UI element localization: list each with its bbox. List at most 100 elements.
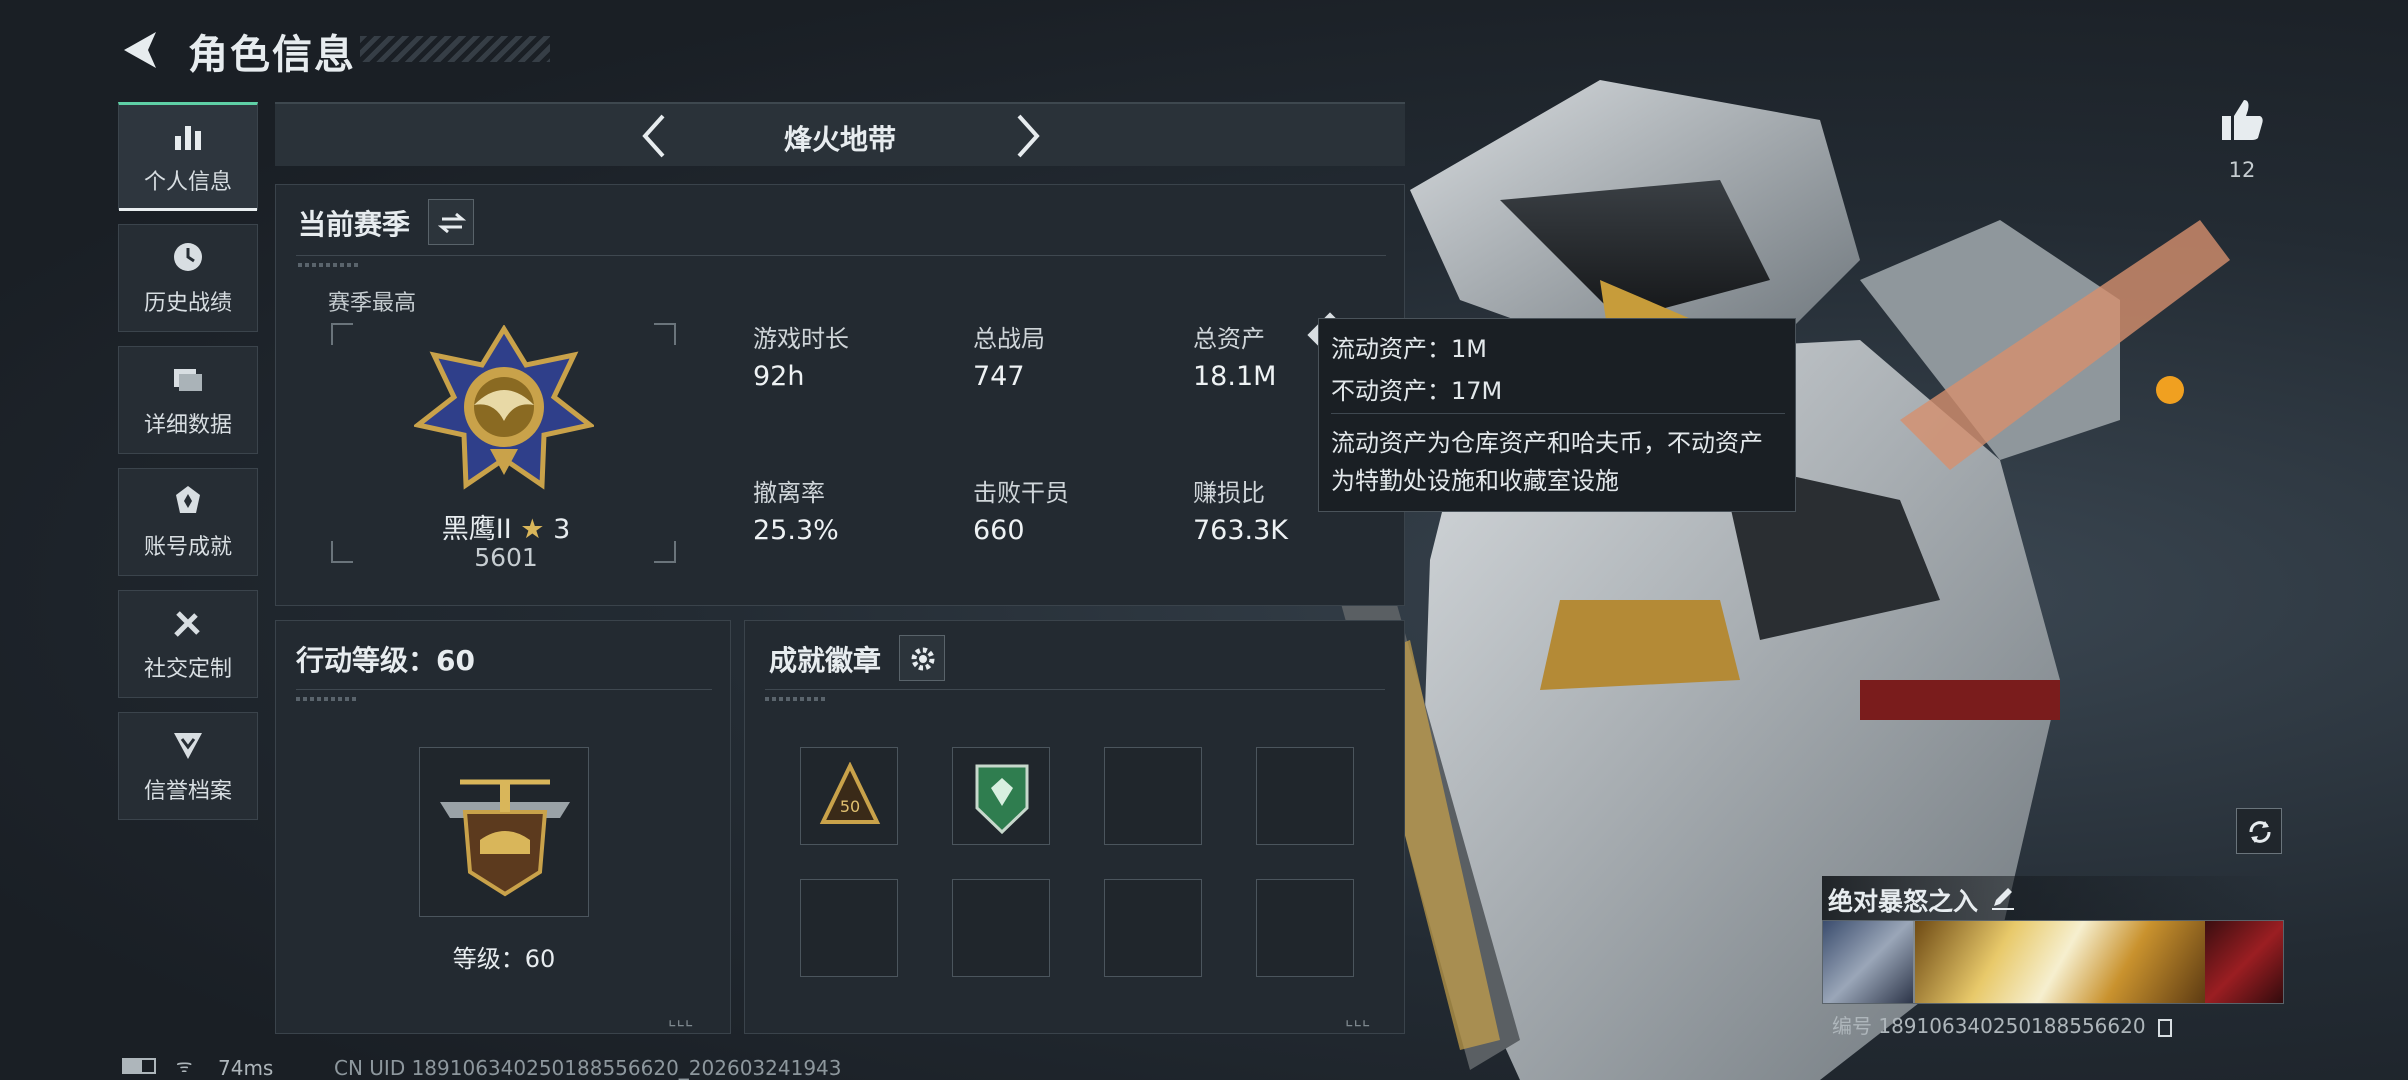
frame-corner: [331, 323, 353, 345]
achievement-badges-panel: 成就徽章 50 ⌞⌞⌞: [744, 620, 1405, 1034]
divider: [1331, 413, 1785, 414]
badge-slot-empty[interactable]: [1256, 879, 1354, 977]
sidebar-item-label: 个人信息: [143, 170, 232, 195]
helicopter-level-badge-icon: [440, 779, 570, 897]
copy-icon[interactable]: [2157, 1018, 2172, 1037]
sidebar-item-label: 详细数据: [143, 413, 232, 438]
sidebar-item-achievements[interactable]: 账号成就: [118, 468, 258, 576]
sidebar-item-label: 账号成就: [143, 535, 232, 560]
operator-portrait-thumb: [1823, 921, 1913, 1003]
sidebar-item-social-custom[interactable]: 社交定制: [118, 590, 258, 698]
wifi-icon: ᯤ: [176, 1056, 193, 1077]
badge-slot-empty[interactable]: [952, 879, 1050, 977]
badge-settings-button[interactable]: [899, 635, 945, 681]
weapon-skin-thumb-2: [2205, 921, 2283, 1003]
folder-icon: [174, 369, 202, 391]
sidebar-item-label: 社交定制: [143, 657, 232, 682]
edit-pencil-icon[interactable]: [1990, 884, 2016, 910]
back-arrow-icon[interactable]: [118, 28, 164, 72]
gear-icon: [911, 647, 935, 671]
stat-value-kills: 660: [973, 515, 1025, 546]
stat-value-total-assets: 18.1M: [1193, 361, 1277, 392]
stat-label-profit-ratio: 赚损比: [1193, 479, 1265, 507]
badge-slot[interactable]: [952, 747, 1050, 845]
loadout-id: 编号 1891063402501885566​20: [1832, 1010, 2172, 1039]
current-season-panel: 当前赛季 赛季最高 黑鹰II ★ 3 5601 游戏时长 92h 总战局 747…: [275, 184, 1405, 606]
divider: [296, 255, 1386, 256]
page-title: 角色信息: [188, 32, 356, 78]
badge-slot-empty[interactable]: [1104, 747, 1202, 845]
swap-arrows-icon: [438, 212, 466, 234]
tooltip-description-line1: 流动资产为仓库资产和哈夫币，不动资产: [1331, 429, 1763, 457]
rotate-icon: [2249, 821, 2271, 843]
frame-corner: [331, 541, 353, 563]
stat-value-total-matches: 747: [973, 361, 1025, 392]
stat-value-profit-ratio: 763.3K: [1193, 515, 1289, 546]
loadout-skin-preview[interactable]: [1822, 920, 2284, 1004]
panel-corner-marks: ⌞⌞⌞: [668, 1009, 694, 1030]
bar-chart-icon: [175, 126, 201, 150]
achievement-badge-icon: [176, 486, 200, 513]
sidebar-item-history[interactable]: 历史战绩: [118, 224, 258, 332]
level-label: 等级：60: [452, 945, 556, 973]
sidebar-item-detailed-data[interactable]: 详细数据: [118, 346, 258, 454]
stat-value-extraction-rate: 25.3%: [753, 515, 839, 546]
stat-label-total-matches: 总战局: [973, 325, 1045, 353]
sidebar-item-label: 历史战绩: [143, 291, 232, 316]
frame-corner: [654, 541, 676, 563]
tooltip-liquid-assets: 流动资产：1M: [1331, 335, 1487, 363]
weapon-skin-thumb: [1915, 921, 2205, 1003]
sidebar-item-label: 信誉档案: [143, 779, 232, 804]
divider: [765, 689, 1385, 690]
loadout-name-bar: 绝对暴怒之入: [1822, 876, 2282, 920]
panel-corner-marks: ⌞⌞⌞: [1345, 1009, 1371, 1030]
rotate-view-button[interactable]: [2236, 808, 2282, 854]
tooltip-description-line2: 为特勤处设施和收藏室设施: [1331, 467, 1619, 495]
user-uid: CN UID 18910634025018855662​0_2026032419…: [334, 1056, 842, 1080]
action-level-panel: 行动等级：60 等级：60 ⌞⌞⌞: [275, 620, 731, 1034]
stat-label-total-assets: 总资产: [1193, 325, 1265, 353]
tools-icon: [174, 611, 200, 637]
star-icon: ★: [520, 514, 545, 545]
badge-slot-empty[interactable]: [800, 879, 898, 977]
badge-slot-empty[interactable]: [1256, 747, 1354, 845]
rank-score: 5601: [474, 543, 538, 572]
divider-dash: [296, 697, 356, 701]
rank-black-hawk-emblem: [414, 325, 594, 490]
switch-season-button[interactable]: [428, 199, 474, 245]
sidebar-item-reputation[interactable]: 信誉档案: [118, 712, 258, 820]
badges-title: 成就徽章: [769, 644, 882, 677]
battery-icon: [122, 1058, 156, 1074]
season-best-label: 赛季最高: [328, 291, 417, 316]
season-title: 当前赛季: [298, 208, 411, 241]
chevron-right-icon[interactable]: [1007, 112, 1047, 160]
thumbs-up-icon[interactable]: [2218, 96, 2266, 144]
history-clock-icon: [174, 243, 202, 271]
divider-dash: [298, 263, 358, 267]
ping: 74ms: [218, 1056, 274, 1080]
rank-name-row: 黑鹰II ★ 3: [376, 507, 636, 546]
like-count: 12: [2228, 158, 2256, 182]
mode-tab-label: 烽火地带: [783, 123, 896, 156]
svg-text:50: 50: [840, 797, 860, 816]
sidebar-item-personal-info[interactable]: 个人信息: [118, 102, 258, 211]
mode-tab-bar: 烽火地带: [275, 102, 1405, 166]
divider: [296, 689, 712, 690]
stat-value-playtime: 92h: [753, 361, 805, 392]
green-shield-badge-icon: [975, 764, 1029, 835]
stat-label-extraction-rate: 撤离率: [753, 479, 825, 507]
rank-stars: 3: [553, 514, 571, 545]
stat-label-kills: 击败干员: [973, 479, 1069, 507]
stat-label-playtime: 游戏时长: [753, 325, 849, 353]
action-level-title: 行动等级：60: [296, 644, 475, 677]
level-badge-frame: [419, 747, 589, 917]
assets-tooltip: 流动资产：1M 不动资产：17M 流动资产为仓库资产和哈夫币，不动资产 为特勤处…: [1318, 318, 1796, 512]
loadout-id-text: 编号 1891063402501885566​20: [1832, 1014, 2146, 1038]
shield-chevron-icon: [174, 733, 202, 759]
badge-slot-empty[interactable]: [1104, 879, 1202, 977]
badge-slot[interactable]: 50: [800, 747, 898, 845]
tooltip-fixed-assets: 不动资产：17M: [1331, 377, 1503, 405]
triangle-50-badge-icon: 50: [819, 762, 881, 824]
rank-name: 黑鹰II: [441, 514, 512, 545]
title-decoration: [360, 36, 550, 62]
